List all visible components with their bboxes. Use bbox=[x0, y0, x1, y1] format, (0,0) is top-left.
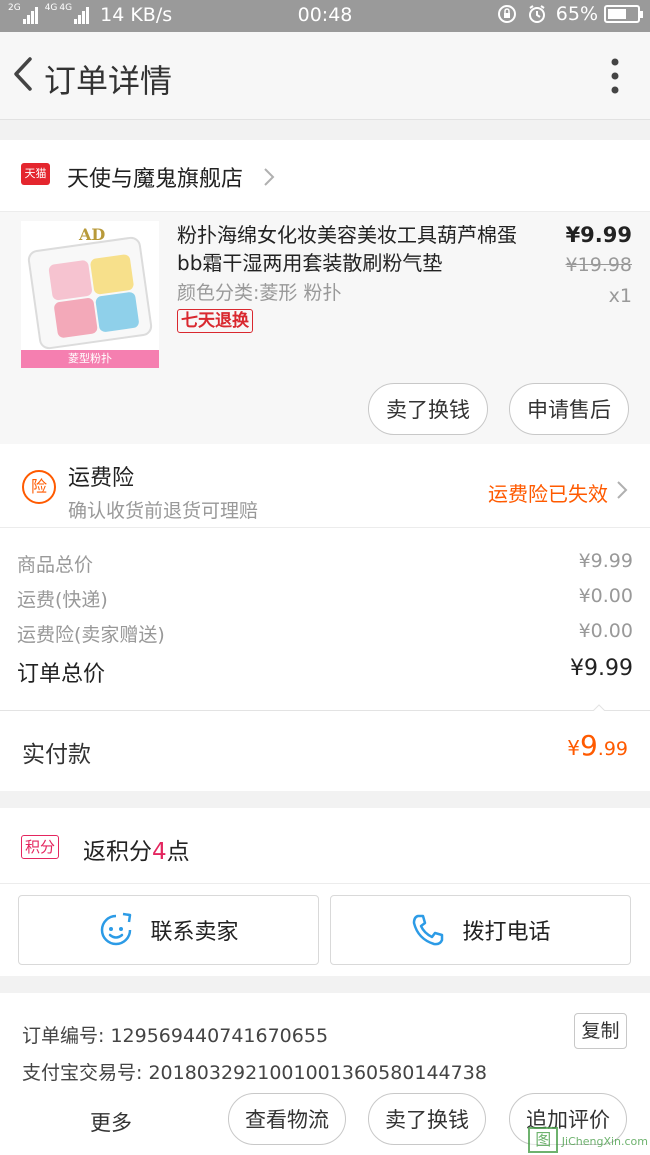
status-bar: 2G 4G 4G 14 KB/s 00:48 65% bbox=[0, 0, 650, 32]
apply-after-sales-button[interactable]: 申请售后 bbox=[509, 383, 629, 435]
chevron-right-icon bbox=[617, 481, 628, 499]
summary-total-row: 订单总价 ¥9.99 bbox=[0, 656, 650, 690]
contact-seller-button[interactable]: 联系卖家 bbox=[18, 895, 319, 965]
insurance-subtitle: 确认收货前退货可理赔 bbox=[68, 500, 259, 522]
order-total-label: 订单总价 bbox=[17, 662, 106, 687]
call-button[interactable]: 拨打电话 bbox=[330, 895, 631, 965]
paid-label: 实付款 bbox=[22, 742, 91, 768]
contact-seller-label: 联系卖家 bbox=[150, 920, 239, 945]
summary-label: 运费(快递) bbox=[17, 589, 108, 611]
product-image-caption: 菱型粉扑 bbox=[21, 350, 159, 368]
battery-icon bbox=[604, 5, 643, 23]
summary-row: 商品总价 ¥9.99 bbox=[0, 550, 650, 584]
paid-decimal: .99 bbox=[597, 738, 628, 760]
points-label: 返积分4点 bbox=[83, 832, 190, 866]
product-title[interactable]: 粉扑海绵女化妆美容美妆工具葫芦棉蛋bb霜干湿两用套装散刷粉气垫 bbox=[177, 221, 517, 277]
summary-row: 运费险(卖家赠送) ¥0.00 bbox=[0, 620, 650, 654]
chevron-left-icon[interactable] bbox=[8, 54, 38, 94]
copy-button[interactable]: 复制 bbox=[574, 1013, 627, 1049]
points-row: 积分 返积分4点 bbox=[0, 808, 650, 884]
shop-row[interactable]: 天猫 天使与魔鬼旗舰店 bbox=[0, 140, 650, 212]
watermark-mark: 图 bbox=[528, 1127, 559, 1153]
insurance-status: 运费险已失效 bbox=[488, 482, 608, 506]
sell-for-cash-button[interactable]: 卖了换钱 bbox=[368, 1093, 486, 1145]
summary-label: 商品总价 bbox=[17, 554, 94, 576]
call-label: 拨打电话 bbox=[462, 920, 551, 945]
chevron-right-icon bbox=[264, 168, 275, 186]
paid-integer: 9 bbox=[579, 729, 598, 762]
phone-icon bbox=[413, 914, 444, 946]
summary-value: ¥0.00 bbox=[578, 585, 633, 607]
product-spec: 颜色分类:菱形 粉扑 bbox=[177, 282, 342, 304]
summary-value: ¥9.99 bbox=[578, 550, 633, 572]
summary-value: ¥0.00 bbox=[578, 620, 633, 642]
page-title: 订单详情 bbox=[44, 62, 173, 100]
battery-percent: 65% bbox=[555, 3, 598, 25]
pad-rose bbox=[53, 297, 99, 339]
product-price: ¥9.99 bbox=[565, 223, 632, 247]
points-prefix: 返积分 bbox=[83, 839, 152, 865]
more-button[interactable]: 更多 bbox=[90, 1107, 132, 1137]
paid-amount-row: 实付款 ¥9.99 bbox=[0, 711, 650, 791]
price-summary: 商品总价 ¥9.99 运费(快递) ¥0.00 运费险(卖家赠送) ¥0.00 … bbox=[0, 528, 650, 712]
product-item: AD 菱型粉扑 粉扑海绵女化妆美容美妆工具葫芦棉蛋bb霜干湿两用套装散刷粉气垫 … bbox=[0, 212, 650, 444]
battery-fill bbox=[608, 9, 626, 19]
bottom-action-bar: 更多 查看物流 卖了换钱 追加评价 图 JiChengXin.com bbox=[0, 1085, 650, 1155]
points-count: 4 bbox=[152, 839, 167, 865]
status-right: 65% bbox=[496, 3, 643, 25]
summary-row: 运费(快递) ¥0.00 bbox=[0, 585, 650, 619]
paid-currency: ¥ bbox=[567, 736, 580, 760]
view-logistics-button[interactable]: 查看物流 bbox=[228, 1093, 346, 1145]
shop-name: 天使与魔鬼旗舰店 bbox=[67, 167, 244, 192]
pad-yellow bbox=[89, 253, 135, 296]
product-pads bbox=[48, 253, 142, 341]
service-tag: 七天退换 bbox=[177, 309, 253, 333]
lock-rotation-icon bbox=[496, 3, 518, 25]
points-badge: 积分 bbox=[21, 835, 60, 859]
pad-blue bbox=[95, 291, 140, 333]
pad-pink bbox=[48, 259, 93, 301]
product-image[interactable]: AD 菱型粉扑 bbox=[21, 221, 159, 368]
insurance-title: 运费险 bbox=[68, 466, 135, 491]
order-number: 订单编号: 129569440741670655 bbox=[22, 1025, 329, 1047]
watermark-text: JiChengXin.com bbox=[561, 1135, 648, 1148]
alipay-trade-number: 支付宝交易号: 2018032921001001360580144738 bbox=[22, 1062, 487, 1084]
contact-row: 联系卖家 拨打电话 bbox=[0, 884, 650, 976]
sell-for-cash-button[interactable]: 卖了换钱 bbox=[368, 383, 488, 435]
shipping-insurance-row[interactable]: 险 运费险 确认收货前退货可理赔 运费险已失效 bbox=[0, 444, 650, 528]
summary-label: 运费险(卖家赠送) bbox=[17, 624, 165, 646]
product-quantity: x1 bbox=[608, 285, 632, 307]
points-suffix: 点 bbox=[166, 839, 190, 865]
insurance-icon: 险 bbox=[22, 470, 56, 504]
product-original-price: ¥19.98 bbox=[565, 254, 632, 276]
alarm-icon bbox=[526, 3, 548, 25]
order-total-value: ¥9.99 bbox=[570, 656, 633, 681]
tmall-badge: 天猫 bbox=[21, 163, 50, 185]
paid-value: ¥9.99 bbox=[567, 729, 628, 762]
watermark: 图 JiChengXin.com bbox=[528, 1127, 648, 1153]
more-vertical-icon[interactable] bbox=[610, 58, 620, 94]
chat-face-icon bbox=[101, 912, 132, 946]
title-bar: 订单详情 bbox=[0, 32, 650, 120]
